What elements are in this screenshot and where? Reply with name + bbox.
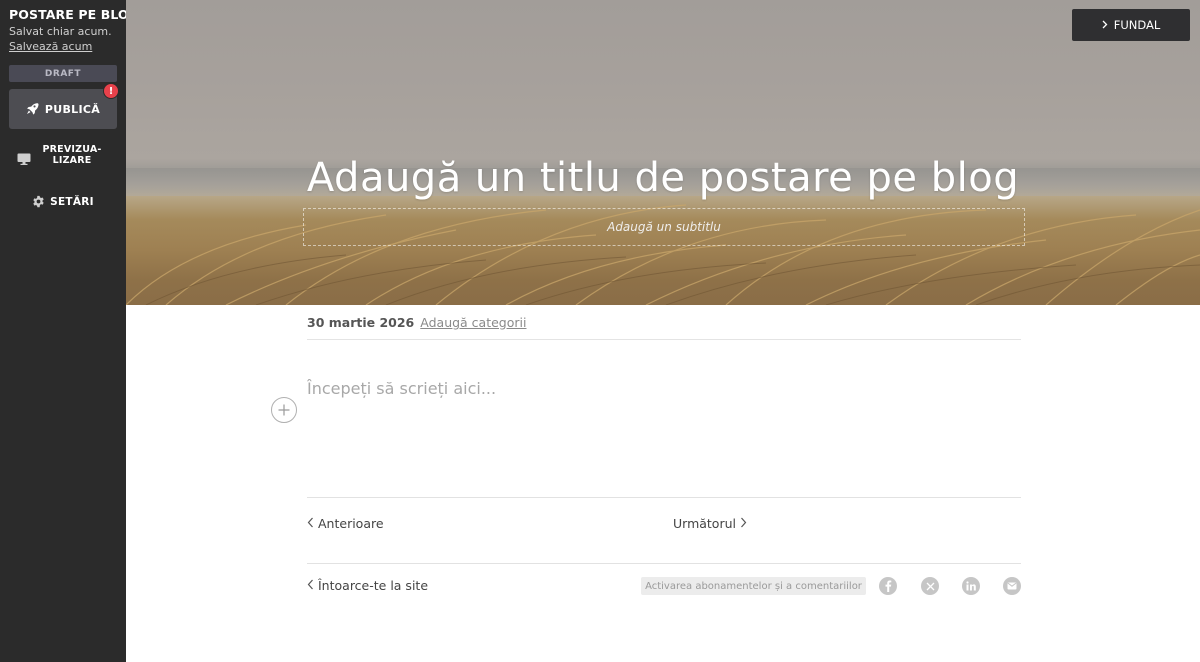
preview-button[interactable]: PREVIZUA- LIZARE [9, 143, 117, 171]
subtitle-placeholder: Adaugă un subtitlu [607, 220, 721, 234]
post-subtitle-input[interactable]: Adaugă un subtitlu [303, 208, 1025, 246]
save-status: Salvat chiar acum. [9, 25, 112, 38]
editor-sidebar: POSTARE PE BLOG Salvat chiar acum. Salve… [0, 0, 139, 662]
email-icon[interactable] [1003, 577, 1021, 595]
monitor-icon [17, 150, 31, 169]
draft-badge: DRAFT [9, 65, 117, 82]
publish-alert-badge: ! [103, 83, 119, 99]
x-icon[interactable] [921, 577, 939, 595]
chevron-left-icon [307, 516, 314, 531]
post-date: 30 martie 2026 [307, 315, 415, 330]
publish-label: PUBLICĂ [44, 102, 101, 116]
add-categories-link[interactable]: Adaugă categorii [420, 315, 526, 330]
chevron-right-icon [1102, 18, 1108, 32]
previous-label: Anterioare [318, 516, 384, 531]
post-title-input[interactable]: Adaugă un titlu de postare pe blog [126, 155, 1200, 201]
chevron-left-icon [307, 578, 314, 593]
add-block-button[interactable] [271, 397, 297, 423]
next-post-link[interactable]: Următorul [673, 516, 747, 531]
rocket-icon [26, 100, 39, 119]
preview-label: PREVIZUA- LIZARE [42, 144, 102, 166]
gear-icon [32, 193, 45, 212]
background-button[interactable]: FUNDAL [1072, 9, 1190, 41]
sidebar-title: POSTARE PE BLOG [9, 7, 140, 22]
post-body-input[interactable]: Începeți să scrieți aici... [307, 379, 496, 398]
hero-header: FUNDAL Adaugă un titlu de postare pe blo… [126, 0, 1200, 305]
previous-post-link[interactable]: Anterioare [307, 516, 384, 531]
save-now-link[interactable]: Salvează acum [9, 40, 92, 53]
publish-button[interactable]: PUBLICĂ ! [9, 83, 119, 129]
enable-subscriptions-button[interactable]: Activarea abonamentelor și a comentariil… [641, 577, 866, 595]
back-to-site-label: Întoarce-te la site [318, 578, 429, 593]
linkedin-icon[interactable] [962, 577, 980, 595]
post-meta: 30 martie 2026 Adaugă categorii [307, 315, 1021, 340]
settings-label: SETĂRI [50, 196, 94, 208]
facebook-icon[interactable] [879, 577, 897, 595]
divider [307, 497, 1021, 498]
background-button-label: FUNDAL [1113, 18, 1161, 32]
next-label: Următorul [673, 516, 736, 531]
chevron-right-icon [740, 516, 747, 531]
plus-icon [278, 401, 290, 420]
back-to-site-link[interactable]: Întoarce-te la site [307, 578, 428, 593]
divider [307, 563, 1021, 564]
settings-button[interactable]: SETĂRI [9, 192, 117, 212]
blog-post-editor: POSTARE PE BLOG Salvat chiar acum. Salve… [0, 0, 1200, 662]
